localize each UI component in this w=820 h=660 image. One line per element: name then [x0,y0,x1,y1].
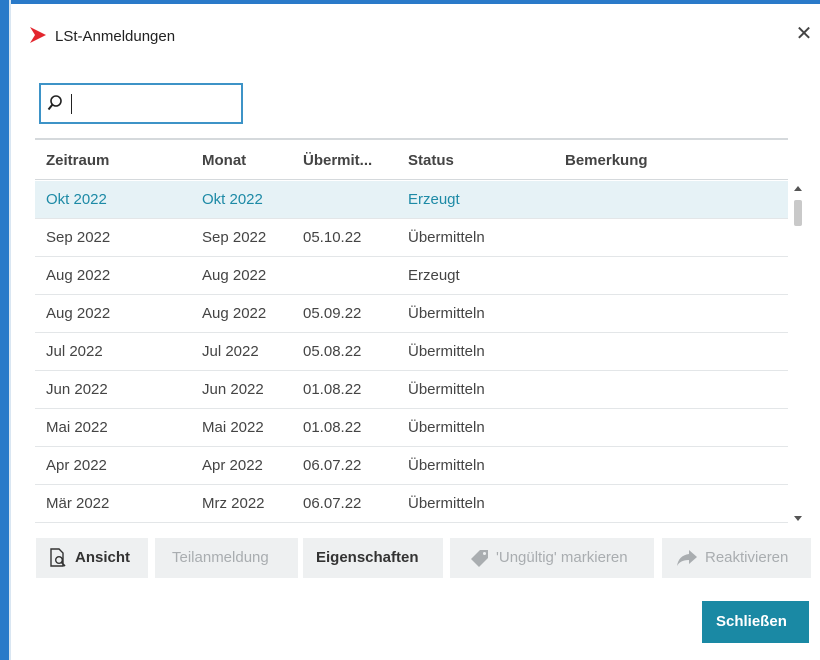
cell-status: Erzeugt [408,267,460,284]
cell-status: Übermitteln [408,457,485,474]
ungueltig-markieren-label: 'Ungültig' markieren [496,549,628,566]
text-caret [71,94,72,114]
cell-uebermittelt: 05.09.22 [303,305,362,322]
teilanmeldung-button[interactable]: Teilanmeldung [155,538,298,578]
column-header-zeitraum[interactable]: Zeitraum [46,152,109,169]
ansicht-button[interactable]: Ansicht [36,538,148,578]
table-row[interactable]: Sep 2022 Sep 2022 05.10.22 Übermitteln [35,219,788,257]
cell-zeitraum: Okt 2022 [46,191,107,208]
search-field[interactable] [39,83,243,124]
cell-monat: Mai 2022 [202,419,264,436]
table-row[interactable]: Apr 2022 Apr 2022 06.07.22 Übermitteln [35,447,788,485]
cell-zeitraum: Mai 2022 [46,419,108,436]
cell-uebermittelt: 01.08.22 [303,381,362,398]
lst-anmeldungen-dialog: LSt-Anmeldungen ✕ Zeitraum Monat Übermit… [11,4,820,660]
arrow-forward-icon [677,550,697,566]
tag-icon [471,550,488,567]
cell-monat: Aug 2022 [202,267,267,284]
table-scrollbar[interactable] [790,184,806,524]
cell-zeitraum: Jul 2022 [46,343,103,360]
cell-uebermittelt: 06.07.22 [303,457,362,474]
schliessen-button[interactable]: Schließen [702,601,809,643]
column-header-uebermittelt[interactable]: Übermit... [303,152,372,169]
schliessen-label: Schließen [716,613,787,630]
column-header-bemerkung[interactable]: Bemerkung [565,152,648,169]
close-icon[interactable]: ✕ [794,24,814,44]
cell-zeitraum: Sep 2022 [46,229,111,246]
cell-status: Übermitteln [408,229,485,246]
cell-status: Übermitteln [408,495,485,512]
cell-status: Übermitteln [408,419,485,436]
cell-monat: Mrz 2022 [202,495,265,512]
teilanmeldung-label: Teilanmeldung [172,549,269,566]
scroll-up-arrow-icon[interactable] [794,186,802,191]
window-frame-left [0,0,9,660]
cell-status: Erzeugt [408,191,460,208]
table-row[interactable]: Okt 2022 Okt 2022 Erzeugt [35,181,788,219]
cell-status: Übermitteln [408,305,485,322]
cell-monat: Sep 2022 [202,229,267,246]
search-icon [47,95,62,111]
document-search-icon [50,548,66,567]
table-row[interactable]: Aug 2022 Aug 2022 Erzeugt [35,257,788,295]
scroll-thumb[interactable] [794,200,802,226]
reaktivieren-button[interactable]: Reaktivieren [662,538,811,578]
cell-monat: Apr 2022 [202,457,263,474]
table-row[interactable]: Jul 2022 Jul 2022 05.08.22 Übermitteln [35,333,788,371]
cell-uebermittelt: 06.07.22 [303,495,362,512]
eigenschaften-button[interactable]: Eigenschaften [303,538,443,578]
table-row[interactable]: Jun 2022 Jun 2022 01.08.22 Übermitteln [35,371,788,409]
cell-monat: Aug 2022 [202,305,267,322]
search-input[interactable] [73,90,233,118]
dialog-title: LSt-Anmeldungen [55,28,176,45]
table-header: Zeitraum Monat Übermit... Status Bemerku… [35,140,788,180]
cell-status: Übermitteln [408,381,485,398]
table-row[interactable]: Mai 2022 Mai 2022 01.08.22 Übermitteln [35,409,788,447]
cell-uebermittelt: 05.08.22 [303,343,362,360]
cell-uebermittelt: 05.10.22 [303,229,362,246]
column-header-monat[interactable]: Monat [202,152,246,169]
cell-zeitraum: Aug 2022 [46,267,111,284]
column-header-status[interactable]: Status [408,152,454,169]
table-row[interactable]: Aug 2022 Aug 2022 05.09.22 Übermitteln [35,295,788,333]
cell-monat: Jul 2022 [202,343,259,360]
eigenschaften-label: Eigenschaften [316,549,419,566]
cell-zeitraum: Apr 2022 [46,457,107,474]
cell-zeitraum: Mär 2022 [46,495,110,512]
app-logo-icon [30,27,46,43]
cell-zeitraum: Jun 2022 [46,381,108,398]
anmeldungen-table: Zeitraum Monat Übermit... Status Bemerku… [35,138,788,523]
cell-monat: Okt 2022 [202,191,263,208]
cell-uebermittelt: 01.08.22 [303,419,362,436]
cell-zeitraum: Aug 2022 [46,305,111,322]
cell-status: Übermitteln [408,343,485,360]
ungueltig-markieren-button[interactable]: 'Ungültig' markieren [450,538,654,578]
reaktivieren-label: Reaktivieren [705,549,789,566]
scroll-down-arrow-icon[interactable] [794,516,802,521]
ansicht-label: Ansicht [75,549,131,566]
cell-monat: Jun 2022 [202,381,264,398]
table-row[interactable]: Mär 2022 Mrz 2022 06.07.22 Übermitteln [35,485,788,523]
dialog-titlebar: LSt-Anmeldungen ✕ [11,4,820,48]
